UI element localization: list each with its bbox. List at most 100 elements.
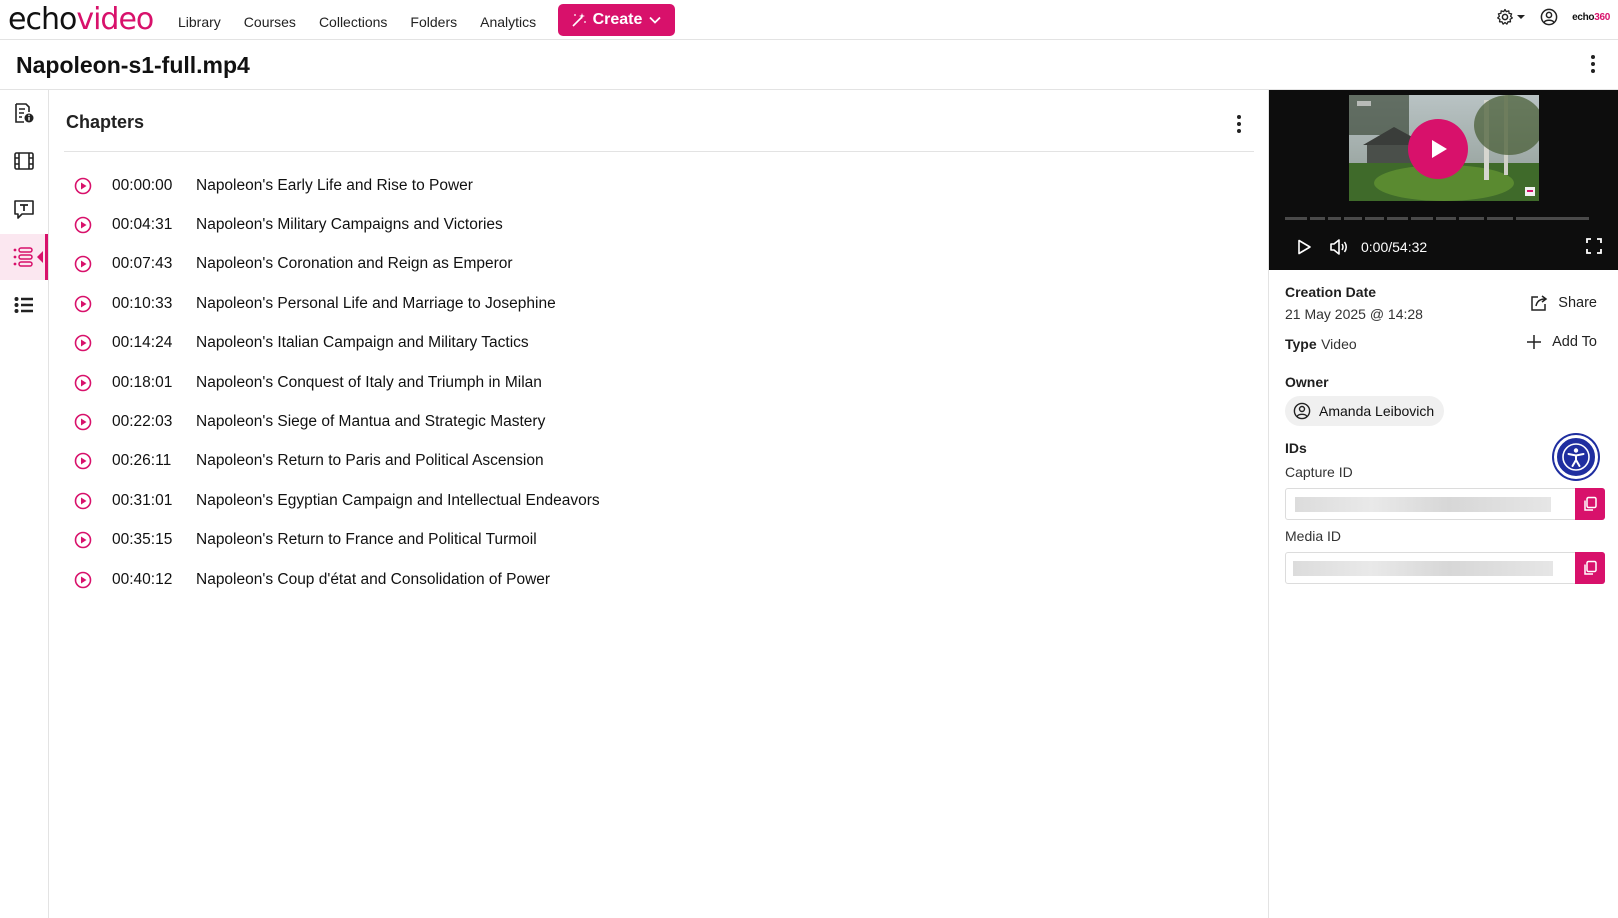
chapter-row[interactable]: 00:00:00 Napoleon's Early Life and Rise t… — [64, 166, 1254, 205]
nav-courses[interactable]: Courses — [244, 14, 296, 30]
play-circle-icon[interactable] — [74, 531, 92, 549]
chapter-time: 00:18:01 — [112, 373, 173, 391]
copy-icon — [1584, 560, 1597, 575]
chapter-name: Napoleon's Siege of Mantua and Strategic… — [196, 413, 546, 431]
more-options-icon[interactable] — [1590, 53, 1596, 75]
chapter-time: 00:14:24 — [112, 334, 173, 352]
media-meta: Creation Date 21 May 2025 @ 14:28 Type V… — [1285, 284, 1605, 584]
chapter-time: 00:04:31 — [112, 216, 173, 234]
owner-label: Owner — [1285, 374, 1329, 390]
capture-id-field[interactable] — [1285, 488, 1605, 520]
chapters-panel: Chapters 00:00:00 Napoleon's Early Life a… — [64, 100, 1254, 599]
capture-id-redacted — [1295, 497, 1551, 512]
chapter-row[interactable]: 00:22:03 Napoleon's Siege of Mantua and S… — [64, 402, 1254, 441]
media-id-label: Media ID — [1285, 528, 1342, 544]
share-button[interactable]: Share — [1530, 294, 1597, 312]
chapter-list: 00:00:00 Napoleon's Early Life and Rise t… — [64, 166, 1254, 599]
chapters-more-icon[interactable] — [1236, 113, 1242, 135]
chapter-time: 00:35:15 — [112, 531, 173, 549]
chapter-name: Napoleon's Conquest of Italy and Triumph… — [196, 373, 542, 391]
accessibility-button[interactable] — [1554, 435, 1598, 479]
logo-echo: echo — [8, 2, 77, 37]
chapter-time: 00:31:01 — [112, 491, 173, 509]
chapter-time: 00:10:33 — [112, 294, 173, 312]
chapter-name: Napoleon's Egyptian Campaign and Intelle… — [196, 491, 600, 509]
chapter-row[interactable]: 00:31:01 Napoleon's Egyptian Campaign and… — [64, 481, 1254, 520]
side-rail — [0, 90, 49, 918]
player-controls: 0:00/54:32 — [1285, 235, 1603, 259]
chapter-name: Napoleon's Personal Life and Marriage to… — [196, 294, 556, 312]
chapter-name: Napoleon's Military Campaigns and Victor… — [196, 216, 503, 234]
play-circle-icon[interactable] — [74, 255, 92, 273]
chapter-time: 00:40:12 — [112, 570, 173, 588]
details-panel: 0:00/54:32 Creation Date 21 May 2025 @ 1… — [1268, 90, 1618, 918]
media-id-field[interactable] — [1285, 552, 1605, 584]
type-label: Type — [1285, 336, 1317, 352]
top-navigation: echovideo Library Courses Collections Fo… — [0, 0, 1618, 40]
chapter-name: Napoleon's Coronation and Reign as Emper… — [196, 255, 513, 273]
play-circle-icon[interactable] — [74, 492, 92, 510]
page-title: Napoleon-s1-full.mp4 — [16, 52, 250, 78]
caret-down-icon — [1517, 15, 1526, 19]
create-button[interactable]: Create — [558, 4, 675, 36]
user-icon[interactable] — [1540, 8, 1558, 26]
play-circle-icon[interactable] — [74, 452, 92, 470]
chapter-row[interactable]: 00:26:11 Napoleon's Return to Paris and P… — [64, 442, 1254, 481]
chapter-progress-bar[interactable] — [1285, 217, 1603, 221]
add-to-button[interactable]: Add To — [1526, 334, 1597, 350]
play-circle-icon[interactable] — [74, 334, 92, 352]
copy-media-id-button[interactable] — [1575, 552, 1605, 584]
nav-analytics[interactable]: Analytics — [480, 14, 536, 30]
chapter-time: 00:22:03 — [112, 413, 173, 431]
play-circle-icon[interactable] — [74, 413, 92, 431]
nav-library[interactable]: Library — [178, 14, 221, 30]
magic-wand-icon — [572, 13, 586, 27]
film-icon — [14, 152, 34, 170]
fullscreen-icon[interactable] — [1585, 237, 1603, 255]
add-to-label: Add To — [1552, 334, 1597, 350]
title-bar: Napoleon-s1-full.mp4 — [0, 40, 1618, 90]
rail-list[interactable] — [0, 282, 48, 328]
chapter-row[interactable]: 00:07:43 Napoleon's Coronation and Reign … — [64, 245, 1254, 284]
chapter-row[interactable]: 00:40:12 Napoleon's Coup d'état and Conso… — [64, 560, 1254, 599]
chapter-name: Napoleon's Italian Campaign and Military… — [196, 334, 529, 352]
play-circle-icon[interactable] — [74, 177, 92, 195]
rail-media[interactable] — [0, 138, 48, 184]
chapter-row[interactable]: 00:35:15 Napoleon's Return to France and … — [64, 521, 1254, 560]
chapter-time: 00:07:43 — [112, 255, 173, 273]
settings-icon — [1497, 8, 1514, 25]
chapter-time: 00:00:00 — [112, 176, 173, 194]
logo-video: video — [76, 2, 154, 37]
echovideo-logo[interactable]: echovideo — [8, 2, 154, 37]
rail-chapters[interactable] — [0, 234, 48, 280]
video-player[interactable]: 0:00/54:32 — [1269, 90, 1618, 270]
chapter-name: Napoleon's Early Life and Rise to Power — [196, 176, 473, 194]
volume-icon[interactable] — [1329, 238, 1349, 256]
owner-chip[interactable]: Amanda Leibovich — [1285, 396, 1445, 426]
chapter-row[interactable]: 00:14:24 Napoleon's Italian Campaign and … — [64, 324, 1254, 363]
big-play-button[interactable] — [1408, 119, 1468, 179]
rail-details[interactable] — [0, 90, 48, 136]
echo360-logo-b: 360 — [1594, 11, 1610, 23]
play-circle-icon[interactable] — [74, 295, 92, 313]
copy-capture-id-button[interactable] — [1575, 488, 1605, 520]
play-icon[interactable] — [1295, 238, 1313, 256]
top-right-tools: echo360 — [1496, 8, 1610, 26]
time-readout: 0:00/54:32 — [1361, 239, 1428, 255]
user-icon — [1293, 402, 1311, 420]
chapter-name: Napoleon's Coup d'état and Consolidation… — [196, 570, 551, 588]
chapter-row[interactable]: 00:04:31 Napoleon's Military Campaigns an… — [64, 205, 1254, 244]
play-circle-icon[interactable] — [74, 216, 92, 234]
chapter-row[interactable]: 00:10:33 Napoleon's Personal Life and Mar… — [64, 284, 1254, 323]
copy-icon — [1584, 496, 1597, 511]
nav-collections[interactable]: Collections — [319, 14, 387, 30]
settings-menu[interactable] — [1496, 8, 1526, 26]
share-icon — [1531, 295, 1548, 311]
chapter-name: Napoleon's Return to France and Politica… — [196, 531, 537, 549]
rail-captions[interactable] — [0, 186, 48, 232]
play-circle-icon[interactable] — [74, 571, 92, 589]
chapter-row[interactable]: 00:18:01 Napoleon's Conquest of Italy and… — [64, 363, 1254, 402]
nav-folders[interactable]: Folders — [410, 14, 457, 30]
play-icon — [1432, 140, 1447, 158]
play-circle-icon[interactable] — [74, 374, 92, 392]
